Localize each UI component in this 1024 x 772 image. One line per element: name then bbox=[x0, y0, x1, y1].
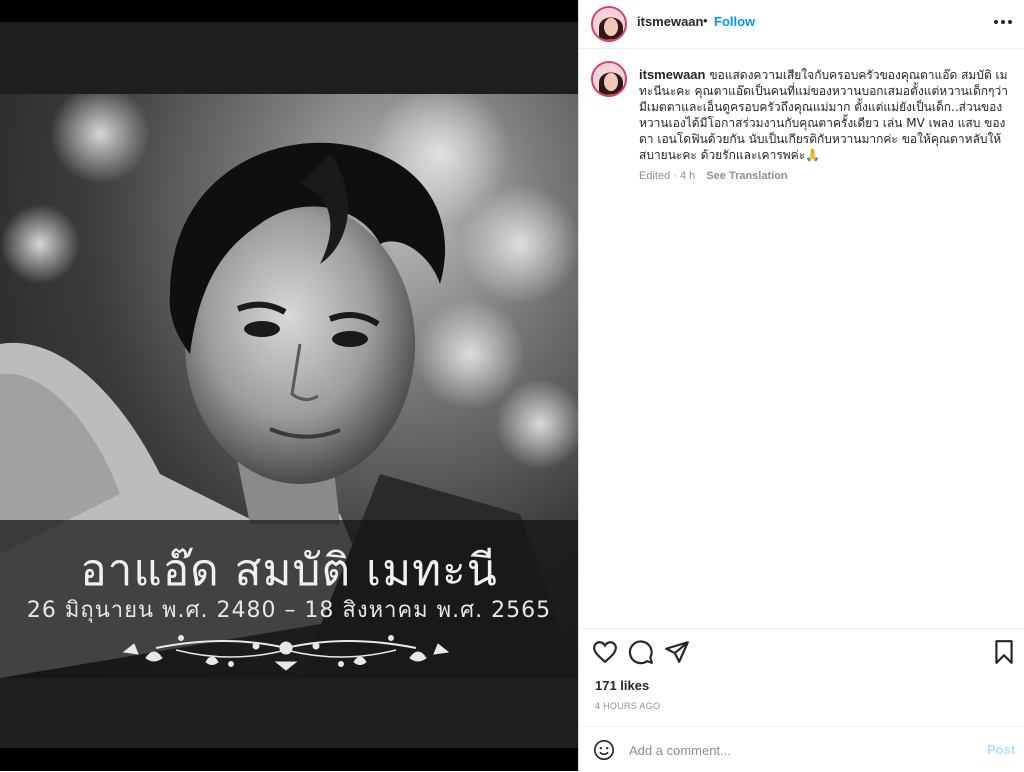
media-letterbox-bottom bbox=[0, 678, 578, 748]
post-media[interactable]: อาแอ๊ด สมบัติ เมทะนี 26 มิถุนายน พ.ศ. 24… bbox=[0, 0, 578, 771]
header-separator: • bbox=[703, 13, 708, 28]
media-letterbox-top bbox=[0, 22, 578, 94]
emoji-icon[interactable] bbox=[593, 739, 615, 761]
comment-input[interactable] bbox=[627, 737, 961, 763]
edited-label: Edited · 4 h bbox=[639, 170, 696, 182]
caption-username[interactable]: itsmewaan bbox=[639, 67, 705, 82]
memorial-dates: 26 มิถุนายน พ.ศ. 2480 – 18 สิงหาคม พ.ศ. … bbox=[26, 598, 552, 623]
caption-meta: Edited · 4 h See Translation bbox=[639, 170, 788, 182]
post-comment-button[interactable]: Post bbox=[987, 742, 1015, 757]
bookmark-icon[interactable] bbox=[991, 639, 1017, 665]
comments-section: itsmewaan ขอแสดงความเสียใจกับครอบครัวของ… bbox=[579, 49, 1024, 627]
avatar-icon bbox=[593, 8, 625, 40]
add-comment-bar: Post bbox=[579, 726, 1024, 772]
post-caption: itsmewaan ขอแสดงความเสียใจกับครอบครัวของ… bbox=[639, 67, 1013, 163]
heart-icon[interactable] bbox=[592, 639, 618, 665]
more-options-icon[interactable] bbox=[991, 12, 1015, 32]
avatar[interactable] bbox=[591, 6, 627, 42]
follow-button[interactable]: Follow bbox=[714, 14, 755, 29]
post-header: itsmewaan • Follow bbox=[579, 0, 1024, 49]
avatar-icon bbox=[593, 63, 625, 95]
caption-avatar[interactable] bbox=[591, 61, 627, 97]
caption-text: ขอแสดงความเสียใจกับครอบครัวของคุณตาแอ๊ด … bbox=[639, 68, 1008, 162]
share-icon[interactable] bbox=[664, 639, 690, 665]
see-translation-link[interactable]: See Translation bbox=[706, 170, 787, 182]
post-author-username[interactable]: itsmewaan bbox=[637, 14, 703, 29]
floral-ornament-icon bbox=[122, 635, 450, 671]
post-sidebar: itsmewaan • Follow itsmewaan ขอแสดงความเ… bbox=[578, 0, 1024, 771]
post-timestamp[interactable]: 4 HOURS AGO bbox=[595, 701, 660, 711]
likes-count[interactable]: 171 likes bbox=[595, 678, 649, 693]
comment-icon[interactable] bbox=[628, 639, 654, 665]
post-actions bbox=[579, 628, 1024, 677]
